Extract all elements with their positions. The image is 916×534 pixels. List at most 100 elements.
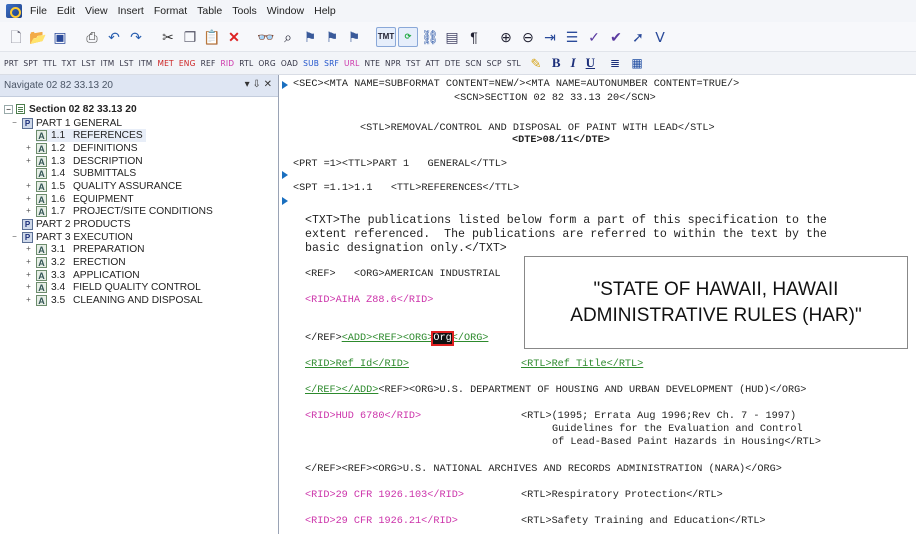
browse-icon[interactable]: ⟳ [398,26,418,47]
check-icon[interactable]: ✔ [606,27,626,47]
tag2-icon[interactable]: ⚑ [322,27,342,47]
tag-eng-button[interactable]: ENG [179,59,196,68]
menu-tools[interactable]: Tools [232,5,257,17]
bold-button[interactable]: B [552,55,561,71]
print-icon[interactable]: ⎙ [82,27,102,47]
tree-item-1-2[interactable]: + A 1.2 DEFINITIONS [0,142,278,155]
tag-itm2-button[interactable]: ITM [139,59,153,68]
tree-item-1-7[interactable]: + A 1.7 PROJECT/SITE CONDITIONS [0,206,278,219]
undo-icon[interactable]: ↶ [104,27,124,47]
tag-stl-button[interactable]: STL [507,59,521,68]
tag1-icon[interactable]: ⚑ [300,27,320,47]
tag-scn-button[interactable]: SCN [465,59,481,68]
menu-file[interactable]: File [30,5,47,17]
expand-icon[interactable]: + [24,245,33,254]
tree-part3[interactable]: − P PART 3 EXECUTION [0,231,278,244]
expand-icon[interactable]: + [24,156,33,166]
tree-item-1-5[interactable]: + A 1.5 QUALITY ASSURANCE [0,180,278,193]
redo-icon[interactable]: ↷ [126,27,146,47]
tag-srf-button[interactable]: SRF [324,59,339,68]
collapse-icon[interactable]: − [4,104,13,114]
underline-button[interactable]: U [586,55,595,71]
new-icon[interactable]: 🗋 [6,27,26,47]
tag-lst-button[interactable]: LST [81,59,95,68]
tag-dte-button[interactable]: DTE [445,59,461,68]
arrow2-icon[interactable]: ᐯ [650,27,670,47]
list-icon[interactable]: ☰ [562,27,582,47]
tree-item-1-1[interactable]: A 1.1 REFERENCES [0,129,278,143]
pilcrow-icon[interactable]: ¶ [464,27,484,47]
tag-itm-button[interactable]: ITM [101,59,115,68]
expand-icon[interactable]: + [24,270,33,280]
menu-window[interactable]: Window [267,5,304,17]
tag-rtl-button[interactable]: RTL [239,59,253,68]
menu-table[interactable]: Table [197,5,222,17]
expand-icon[interactable]: + [24,296,33,305]
find-icon[interactable]: 👓 [256,27,276,47]
tree-item-3-3[interactable]: + A 3.3 APPLICATION [0,269,278,282]
table-icon[interactable]: ▦ [627,53,647,73]
tag-oad-button[interactable]: OAD [281,59,298,68]
tree-part2[interactable]: P PART 2 PRODUCTS [0,218,278,231]
arrow-icon[interactable]: ➚ [628,27,648,47]
zoom-out-icon[interactable]: ⊖ [518,27,538,47]
collapse-icon[interactable]: − [10,232,19,242]
expand-icon[interactable]: + [24,283,33,292]
paste-icon[interactable]: 📋 [202,27,222,47]
tag3-icon[interactable]: ⚑ [344,27,364,47]
tree-item-1-3[interactable]: + A 1.3 DESCRIPTION [0,155,278,168]
expand-icon[interactable]: + [24,207,33,216]
tag-spt-button[interactable]: SPT [23,59,37,68]
menu-format[interactable]: Format [154,5,187,17]
tag-sub-button[interactable]: SUB [303,59,319,68]
tag-nte-button[interactable]: NTE [365,59,381,68]
tag-ref-button[interactable]: REF [201,59,216,68]
block-marker-icon[interactable] [282,81,288,90]
cut-icon[interactable]: ✂ [158,27,178,47]
tag-org-button[interactable]: ORG [258,59,276,68]
block-marker-icon[interactable] [282,171,288,180]
delete-icon[interactable]: ✕ [224,27,244,47]
open-icon[interactable]: 📂 [28,27,48,47]
tree-item-3-5[interactable]: + A 3.5 CLEANING AND DISPOSAL [0,294,278,307]
tree-part1[interactable]: − P PART 1 GENERAL [0,117,278,130]
find-next-icon[interactable]: ⌕ [278,27,298,47]
indent-icon[interactable]: ⇥ [540,27,560,47]
tag-url-button[interactable]: URL [344,59,359,68]
expand-icon[interactable]: + [24,258,33,267]
tree-item-3-2[interactable]: + A 3.2 ERECTION [0,256,278,269]
tag-met-button[interactable]: MET [157,59,173,68]
tag-npr-button[interactable]: NPR [385,59,401,68]
menu-help[interactable]: Help [314,5,336,17]
expand-icon[interactable]: + [24,194,33,204]
tag-txt-button[interactable]: TXT [62,59,77,68]
tree-item-3-1[interactable]: + A 3.1 PREPARATION [0,244,278,257]
menu-view[interactable]: View [85,5,108,17]
tag-ttl-button[interactable]: TTL [43,59,57,68]
italic-button[interactable]: I [571,55,576,71]
expand-icon[interactable]: + [24,143,33,153]
menu-edit[interactable]: Edit [57,5,75,17]
block-marker-icon[interactable] [282,197,288,206]
align-icon[interactable]: ≣ [605,53,625,73]
tree-item-1-6[interactable]: + A 1.6 EQUIPMENT [0,193,278,206]
tree-item-1-4[interactable]: A 1.4 SUBMITTALS [0,167,278,180]
pen-icon[interactable]: ✎ [526,53,546,73]
selected-text[interactable]: Org [431,331,454,346]
tag-prt-button[interactable]: PRT [4,59,18,68]
expand-icon[interactable]: + [24,181,33,191]
copy-icon[interactable]: ❐ [180,27,200,47]
link-icon[interactable]: ⛓ [420,27,440,47]
tag4-icon[interactable]: TMT [376,26,396,47]
collapse-icon[interactable]: − [10,118,19,128]
image-icon[interactable]: ▤ [442,27,462,47]
zoom-in-icon[interactable]: ⊕ [496,27,516,47]
tag-att-button[interactable]: ATT [426,59,440,68]
tag-lst2-button[interactable]: LST [119,59,133,68]
tree-root[interactable]: − Section 02 82 33.13 20 [0,103,278,116]
navigator-pane-controls[interactable]: ▾ ⇩ ✕ [245,79,272,90]
spell-icon[interactable]: ✓ [584,27,604,47]
tag-scp-button[interactable]: SCP [487,59,502,68]
tag-rid-button[interactable]: RID [220,59,234,68]
tag-tst-button[interactable]: TST [406,59,421,68]
